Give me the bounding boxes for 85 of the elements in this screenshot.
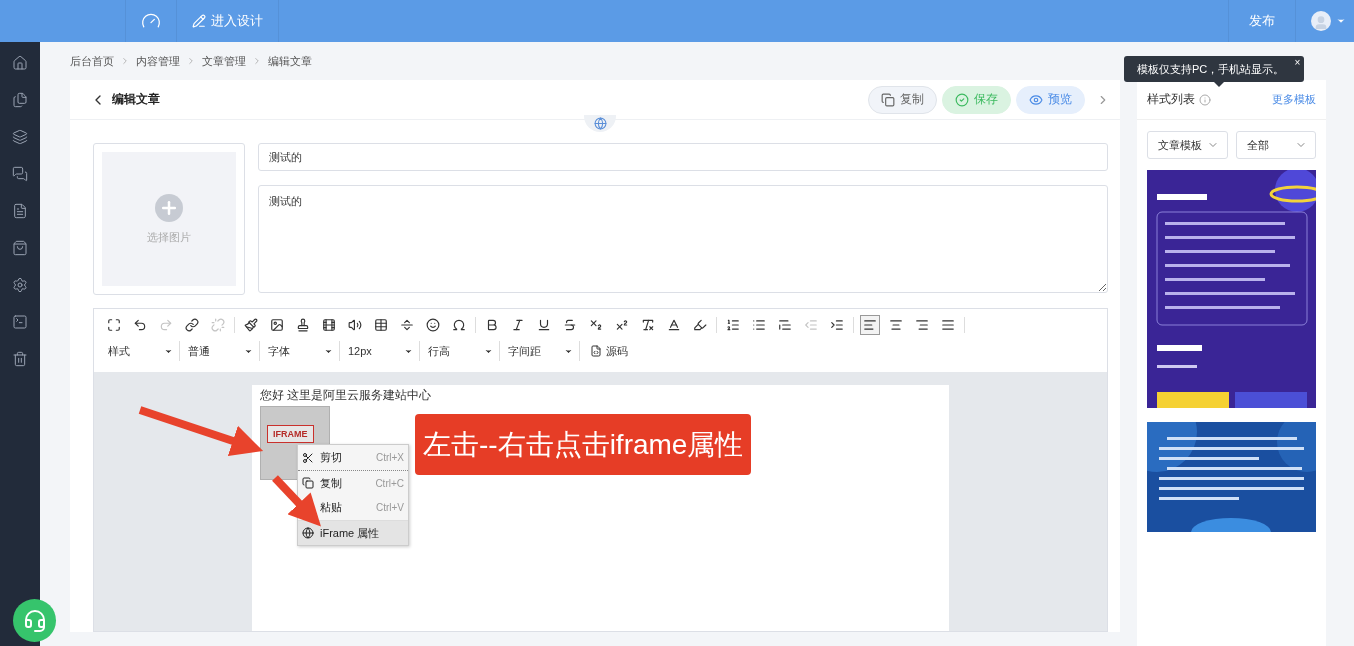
copy-icon xyxy=(881,92,895,107)
scissors-icon xyxy=(302,451,314,464)
stamp-icon xyxy=(296,318,310,332)
menu-item[interactable]: 复制 Ctrl+C xyxy=(298,470,408,495)
outdent-icon xyxy=(804,318,818,332)
align-left-icon xyxy=(863,318,877,332)
chevron-icon xyxy=(252,56,262,66)
chevron-icon xyxy=(120,56,130,66)
bold-icon xyxy=(485,318,499,332)
link-icon xyxy=(185,318,199,332)
image-icon xyxy=(270,318,284,332)
align-center-icon xyxy=(889,318,903,332)
horizontal-rule-icon xyxy=(400,318,414,332)
pages-icon[interactable] xyxy=(11,91,29,109)
format-dropdown[interactable]: 字间距 xyxy=(504,341,580,361)
ordered-list-icon xyxy=(726,318,740,332)
format-dropdown[interactable]: 字体 xyxy=(264,341,340,361)
align-left-button[interactable] xyxy=(860,315,880,335)
quote-icon xyxy=(778,318,792,332)
format-dropdown[interactable]: 普通 xyxy=(184,341,260,361)
copy-button[interactable]: 复制 xyxy=(868,85,937,114)
format-dropdown[interactable]: 12px xyxy=(344,341,420,361)
highlighter-icon xyxy=(693,318,707,332)
breadcrumb-link[interactable]: 内容管理 xyxy=(136,53,180,69)
home-icon[interactable] xyxy=(11,54,29,72)
redo-icon xyxy=(159,318,173,332)
underline-icon xyxy=(537,318,551,332)
brush-icon xyxy=(244,318,258,332)
document-icon[interactable] xyxy=(11,202,29,220)
filter-dropdown[interactable]: 文章模板 xyxy=(1147,131,1228,159)
breadcrumb-link[interactable]: 编辑文章 xyxy=(268,53,312,69)
annotation-arrow xyxy=(272,475,321,527)
copy-icon xyxy=(302,477,314,489)
globe-icon[interactable] xyxy=(584,115,616,132)
summary-field[interactable]: 测试的 xyxy=(258,185,1108,293)
strikethrough-icon xyxy=(563,318,577,332)
chat-icon[interactable] xyxy=(11,165,29,183)
link-button[interactable] xyxy=(182,315,202,335)
superscript-icon xyxy=(615,318,629,332)
globe-icon xyxy=(302,527,314,539)
page-title: 编辑文章 xyxy=(112,91,160,108)
film-icon xyxy=(322,318,336,332)
code-file-icon xyxy=(590,345,602,357)
pencil-icon xyxy=(192,14,206,28)
bullet-list-icon xyxy=(752,318,766,332)
font-color-icon xyxy=(667,318,681,332)
menu-item[interactable]: iFrame 属性 xyxy=(298,520,408,545)
layers-icon[interactable] xyxy=(11,128,29,146)
title-field[interactable]: 测试的 xyxy=(258,143,1108,171)
document-text: 您好 这里是阿里云服务建站中心 xyxy=(260,387,433,404)
omega-icon xyxy=(452,318,466,332)
chevron-icon xyxy=(186,56,196,66)
breadcrumb-link[interactable]: 后台首页 xyxy=(70,53,114,69)
upload-label: 选择图片 xyxy=(147,229,191,245)
italic-icon xyxy=(511,318,525,332)
indent-icon xyxy=(830,318,844,332)
source-button[interactable]: 源码 xyxy=(584,341,634,361)
justify-icon xyxy=(941,318,955,332)
table-icon xyxy=(374,318,388,332)
undo-icon xyxy=(133,318,147,332)
more-templates-link[interactable]: 更多模板 xyxy=(1272,92,1316,107)
annotation-label: 左击--右击点击iframe属性 xyxy=(415,414,752,475)
menu-item[interactable]: 粘贴 Ctrl+V xyxy=(298,495,408,520)
align-right-icon xyxy=(915,318,929,332)
terminal-icon[interactable] xyxy=(11,313,29,331)
close-button[interactable]: × xyxy=(1294,57,1301,68)
unlink-icon xyxy=(211,318,225,332)
headset-icon xyxy=(22,608,47,633)
panel-title: 样式列表 xyxy=(1147,91,1195,108)
plus-icon xyxy=(155,193,183,222)
format-dropdown[interactable]: 行高 xyxy=(424,341,500,361)
format-dropdown[interactable]: 样式 xyxy=(104,341,180,361)
bag-icon[interactable] xyxy=(11,239,29,257)
settings-icon[interactable] xyxy=(11,276,29,294)
filter-dropdown[interactable]: 全部 xyxy=(1235,131,1316,159)
caret-icon[interactable] xyxy=(1336,16,1346,26)
subscript-icon xyxy=(589,318,603,332)
eye-icon xyxy=(1029,92,1043,107)
clear-format-icon xyxy=(641,318,655,332)
maximize-icon xyxy=(107,318,121,332)
check-circle-icon xyxy=(955,92,969,107)
smile-icon xyxy=(426,318,440,332)
speaker-icon xyxy=(348,318,362,332)
trash-icon[interactable] xyxy=(11,350,29,368)
breadcrumb-link[interactable]: 文章管理 xyxy=(202,53,246,69)
